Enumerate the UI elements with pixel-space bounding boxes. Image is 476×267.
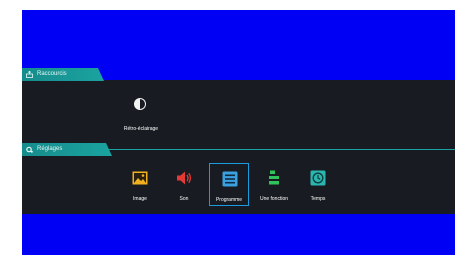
half-moon-icon (134, 98, 146, 110)
settings-item-image[interactable]: Image (120, 163, 160, 206)
settings-section-header: Réglages (22, 143, 112, 156)
clock-icon (310, 170, 326, 186)
settings-item-label: Temps (310, 196, 326, 202)
settings-section-label: Réglages (37, 146, 63, 152)
settings-item-function[interactable]: Une fonction (254, 163, 294, 206)
settings-item-label: Programme (215, 197, 243, 203)
settings-item-program[interactable]: Programme (209, 163, 249, 206)
backlight-label: Rétro-éclairage (123, 126, 159, 132)
program-list-icon (222, 171, 238, 187)
function-icon (269, 170, 279, 185)
speaker-icon (177, 171, 192, 185)
settings-item-label: Une fonction (259, 196, 289, 202)
tv-screen: Raccourcis Rétro-éclairage Réglages Imag… (22, 10, 455, 255)
shortcuts-section-header: Raccourcis (22, 68, 104, 81)
settings-item-sound[interactable]: Son (164, 163, 204, 206)
backlight-tile[interactable]: Rétro-éclairage (118, 93, 164, 133)
settings-item-label: Image (133, 196, 147, 202)
settings-item-label: Son (179, 196, 189, 202)
gear-icon (26, 146, 33, 153)
section-divider (102, 149, 455, 150)
shortcuts-section-label: Raccourcis (37, 71, 67, 77)
picture-icon (132, 171, 148, 185)
shortcut-icon (26, 71, 33, 78)
settings-item-time[interactable]: Temps (298, 163, 338, 206)
